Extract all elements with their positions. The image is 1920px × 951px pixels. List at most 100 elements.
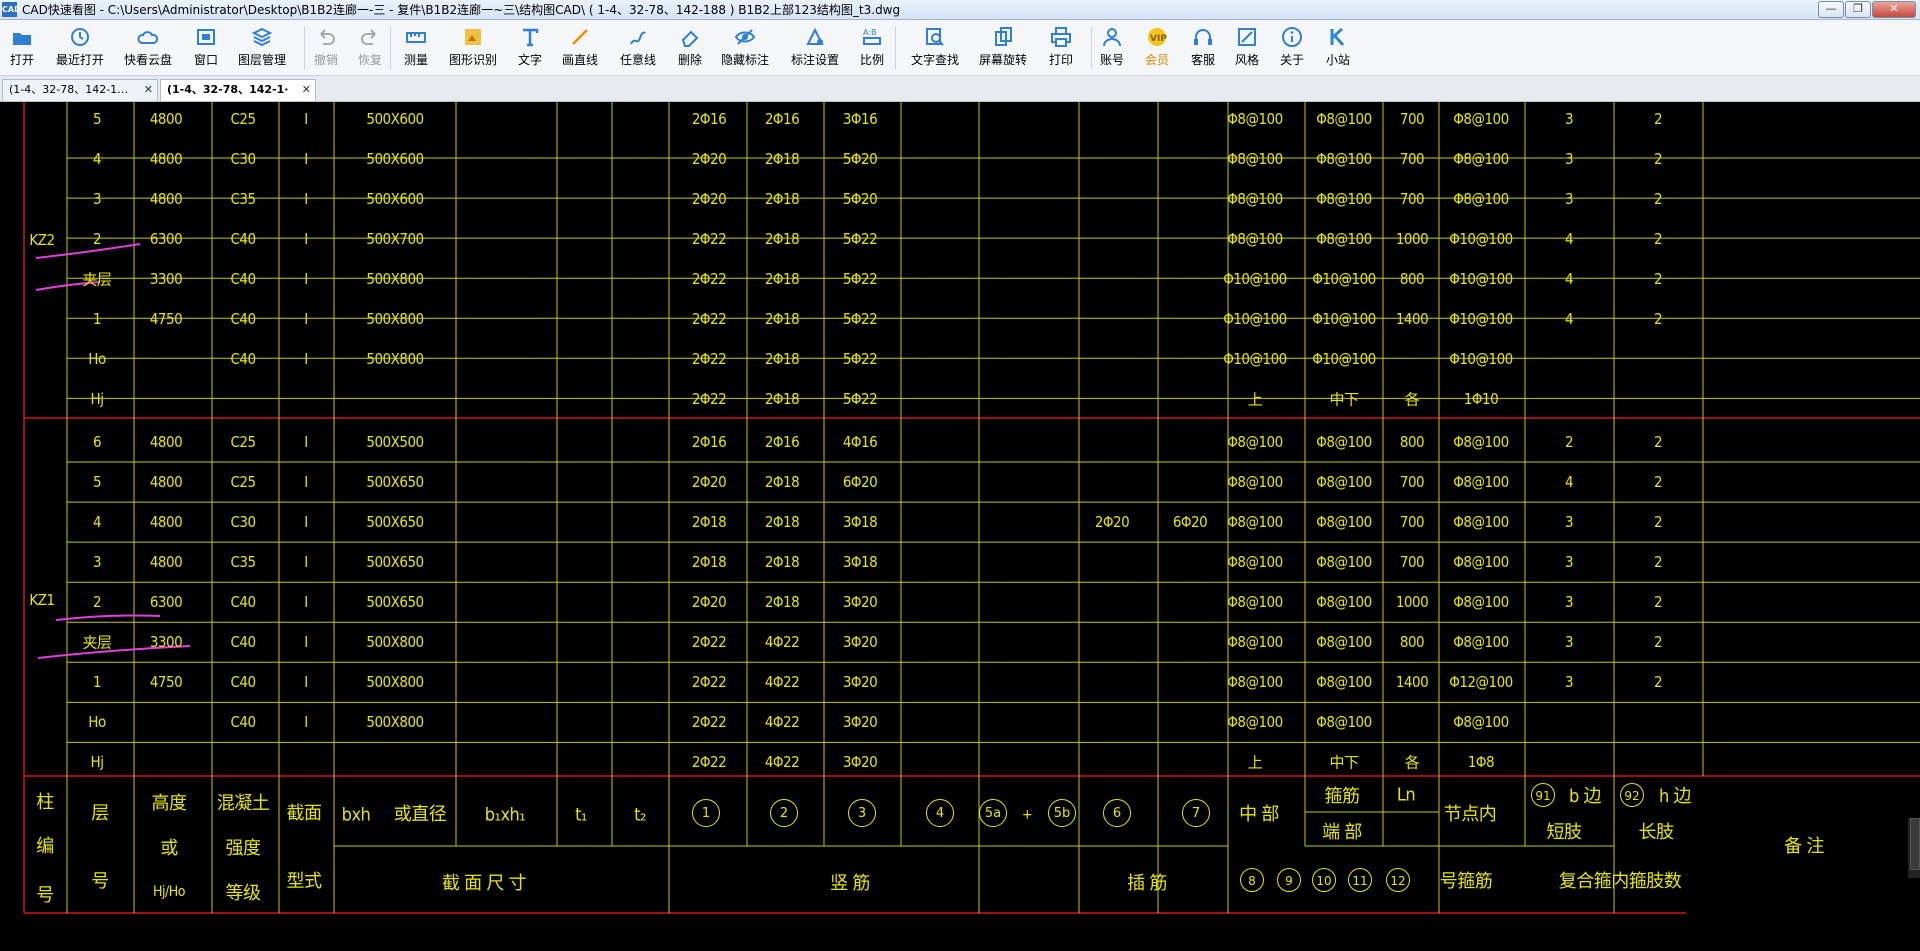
kz1-cell: 2Φ20 <box>691 473 727 492</box>
toolbar-button-14[interactable]: 隐藏标注 <box>717 24 773 74</box>
toolbar-button-5[interactable]: 图层管理 <box>234 24 290 74</box>
kz2-cell: 2Φ18 <box>764 230 800 249</box>
toolbar-button-label: 文字查找 <box>910 53 959 67</box>
toolbar-button-label: 恢复 <box>357 53 382 67</box>
kz2-cell: 500X800 <box>366 310 424 329</box>
kz1-cell: 2Φ20 <box>1094 513 1130 532</box>
style-icon <box>1238 28 1256 46</box>
toolbar-button-8[interactable]: 测量 <box>396 24 436 74</box>
toolbar-button-24[interactable]: 关于 <box>1272 24 1312 74</box>
kz1-cell: 4Φ16 <box>842 433 878 451</box>
header-column-label: 截面 <box>286 803 323 824</box>
kz2-cell: Φ8@100 <box>1453 190 1509 209</box>
circled-4: 4 <box>926 799 954 827</box>
toolbar-button-20[interactable]: 账号 <box>1092 24 1132 74</box>
kz1-cell: Φ8@100 <box>1453 593 1509 612</box>
toolbar-button-12[interactable]: 任意线 <box>614 24 662 74</box>
toolbar-button-1[interactable]: 打开 <box>2 24 42 74</box>
kz2-cell: Φ10@100 <box>1223 310 1287 329</box>
scrollbar-thumb[interactable] <box>1910 818 1920 870</box>
toolbar-button-4[interactable]: 窗口 <box>186 24 226 74</box>
kz1-cell: 6300 <box>149 593 183 612</box>
toolbar-button-21[interactable]: VIP 会员 <box>1137 24 1177 74</box>
kz1-cell: 4Φ22 <box>764 673 800 692</box>
close-button[interactable]: ✕ <box>1872 1 1916 18</box>
toolbar-button-label: 关于 <box>1279 53 1304 67</box>
header-h-side: h 边 <box>1659 786 1691 807</box>
kz1-cell: C25 <box>230 433 256 451</box>
toolbar-button-16[interactable]: A:B 比例 <box>852 24 892 74</box>
vertical-scrollbar[interactable] <box>1908 818 1920 878</box>
document-tab-2[interactable]: (1-4、32-78、142-1· ✕ <box>160 79 316 101</box>
freehand-icon <box>630 31 646 45</box>
toolbar-separator <box>304 26 305 70</box>
header-diameter: 或直径 <box>393 804 447 825</box>
toolbar-button-18[interactable]: 屏幕旋转 <box>975 24 1031 74</box>
header-column-label: 编 <box>36 836 54 857</box>
header-column-label: 层 <box>91 803 109 824</box>
header-node-inner: 节点内 <box>1443 804 1497 825</box>
header-column-label: 高度 <box>151 793 188 814</box>
kz2-cell: 3 <box>1564 110 1574 128</box>
line-icon <box>572 29 588 45</box>
headset-icon <box>1194 29 1212 45</box>
toolbar-button-9[interactable]: 图形识别 <box>445 24 501 74</box>
header-b-side: b 边 <box>1569 786 1601 807</box>
kz2-cell: Φ10@100 <box>1223 270 1287 289</box>
kz2-cell: 2 <box>1653 110 1663 128</box>
kz2-cell: 各 <box>1404 390 1420 409</box>
header-bxh: bxh <box>341 804 371 826</box>
circled-11: 11 <box>1348 868 1372 892</box>
toolbar-button-label: 最近打开 <box>55 53 104 67</box>
toolbar-button-label: 打开 <box>9 53 34 67</box>
toolbar-button-6[interactable]: 撤销 <box>306 24 346 74</box>
kz1-cell: 2Φ16 <box>764 433 800 451</box>
minimize-button[interactable]: — <box>1818 1 1844 18</box>
toolbar-button-15[interactable]: 标注设置 <box>787 24 843 74</box>
tab-close-icon[interactable]: ✕ <box>302 80 311 100</box>
kz1-cell: Φ8@100 <box>1316 433 1372 451</box>
tab-close-icon[interactable]: ✕ <box>144 80 153 100</box>
kz1-cell: 700 <box>1399 553 1425 572</box>
kz1-cell: C40 <box>230 713 256 732</box>
header-column-label: 号 <box>91 871 109 892</box>
kz1-cell: C30 <box>230 513 256 532</box>
kz2-cell: 500X800 <box>366 270 424 289</box>
header-column-label: 等级 <box>225 883 262 904</box>
kz1-cell: 6Φ20 <box>842 473 878 492</box>
document-tab-1[interactable]: (1-4、32-78、142-1… ✕ <box>2 79 158 101</box>
toolbar-button-3[interactable]: 快看云盘 <box>120 24 176 74</box>
info-icon <box>1282 27 1302 47</box>
toolbar-separator <box>390 26 391 70</box>
kz2-label: KZ2 <box>29 231 55 249</box>
kz1-cell: 3Φ20 <box>842 673 878 692</box>
header-remark: 备 注 <box>1784 836 1824 857</box>
toolbar-button-11[interactable]: 画直线 <box>556 24 604 74</box>
toolbar-button-10[interactable]: 文字 <box>510 24 550 74</box>
kz1-cell: Φ8@100 <box>1227 513 1283 532</box>
toolbar-button-7[interactable]: 恢复 <box>350 24 390 74</box>
toolbar-button-22[interactable]: 客服 <box>1183 24 1223 74</box>
drawing-canvas[interactable]: 5 4800 C25 I 500X600 2Φ16 2Φ16 3Φ16 Φ8@100 Φ8@100… <box>0 102 1920 951</box>
kz2-cell: 700 <box>1399 190 1425 209</box>
header-b1h1: b₁xh₁ <box>484 804 526 826</box>
kz2-cell: 中下 <box>1329 390 1359 409</box>
toolbar-button-label: 小站 <box>1325 53 1350 67</box>
kz1-cell: Φ8@100 <box>1453 633 1509 652</box>
toolbar-button-17[interactable]: 文字查找 <box>905 24 965 74</box>
toolbar-button-25[interactable]: 小站 <box>1318 24 1358 74</box>
kz1-cell: 1 <box>92 673 102 692</box>
toolbar-button-13[interactable]: 删除 <box>670 24 710 74</box>
kz2-cell: I <box>304 270 308 289</box>
toolbar-button-23[interactable]: 风格 <box>1227 24 1267 74</box>
kz1-cell: 夹层 <box>82 633 112 652</box>
toolbar-button-2[interactable]: 最近打开 <box>50 24 110 74</box>
restore-button[interactable]: ❐ <box>1845 1 1871 18</box>
kz1-cell: 2 <box>92 593 102 612</box>
header-column-label: 型式 <box>286 871 323 892</box>
toolbar-button-19[interactable]: 打印 <box>1041 24 1081 74</box>
kz1-cell: 2Φ18 <box>691 553 727 572</box>
kz2-cell: Φ10@100 <box>1312 350 1376 369</box>
header-vertical-bars: 竖 筋 <box>830 873 870 894</box>
header-t1: t₁ <box>575 804 587 826</box>
